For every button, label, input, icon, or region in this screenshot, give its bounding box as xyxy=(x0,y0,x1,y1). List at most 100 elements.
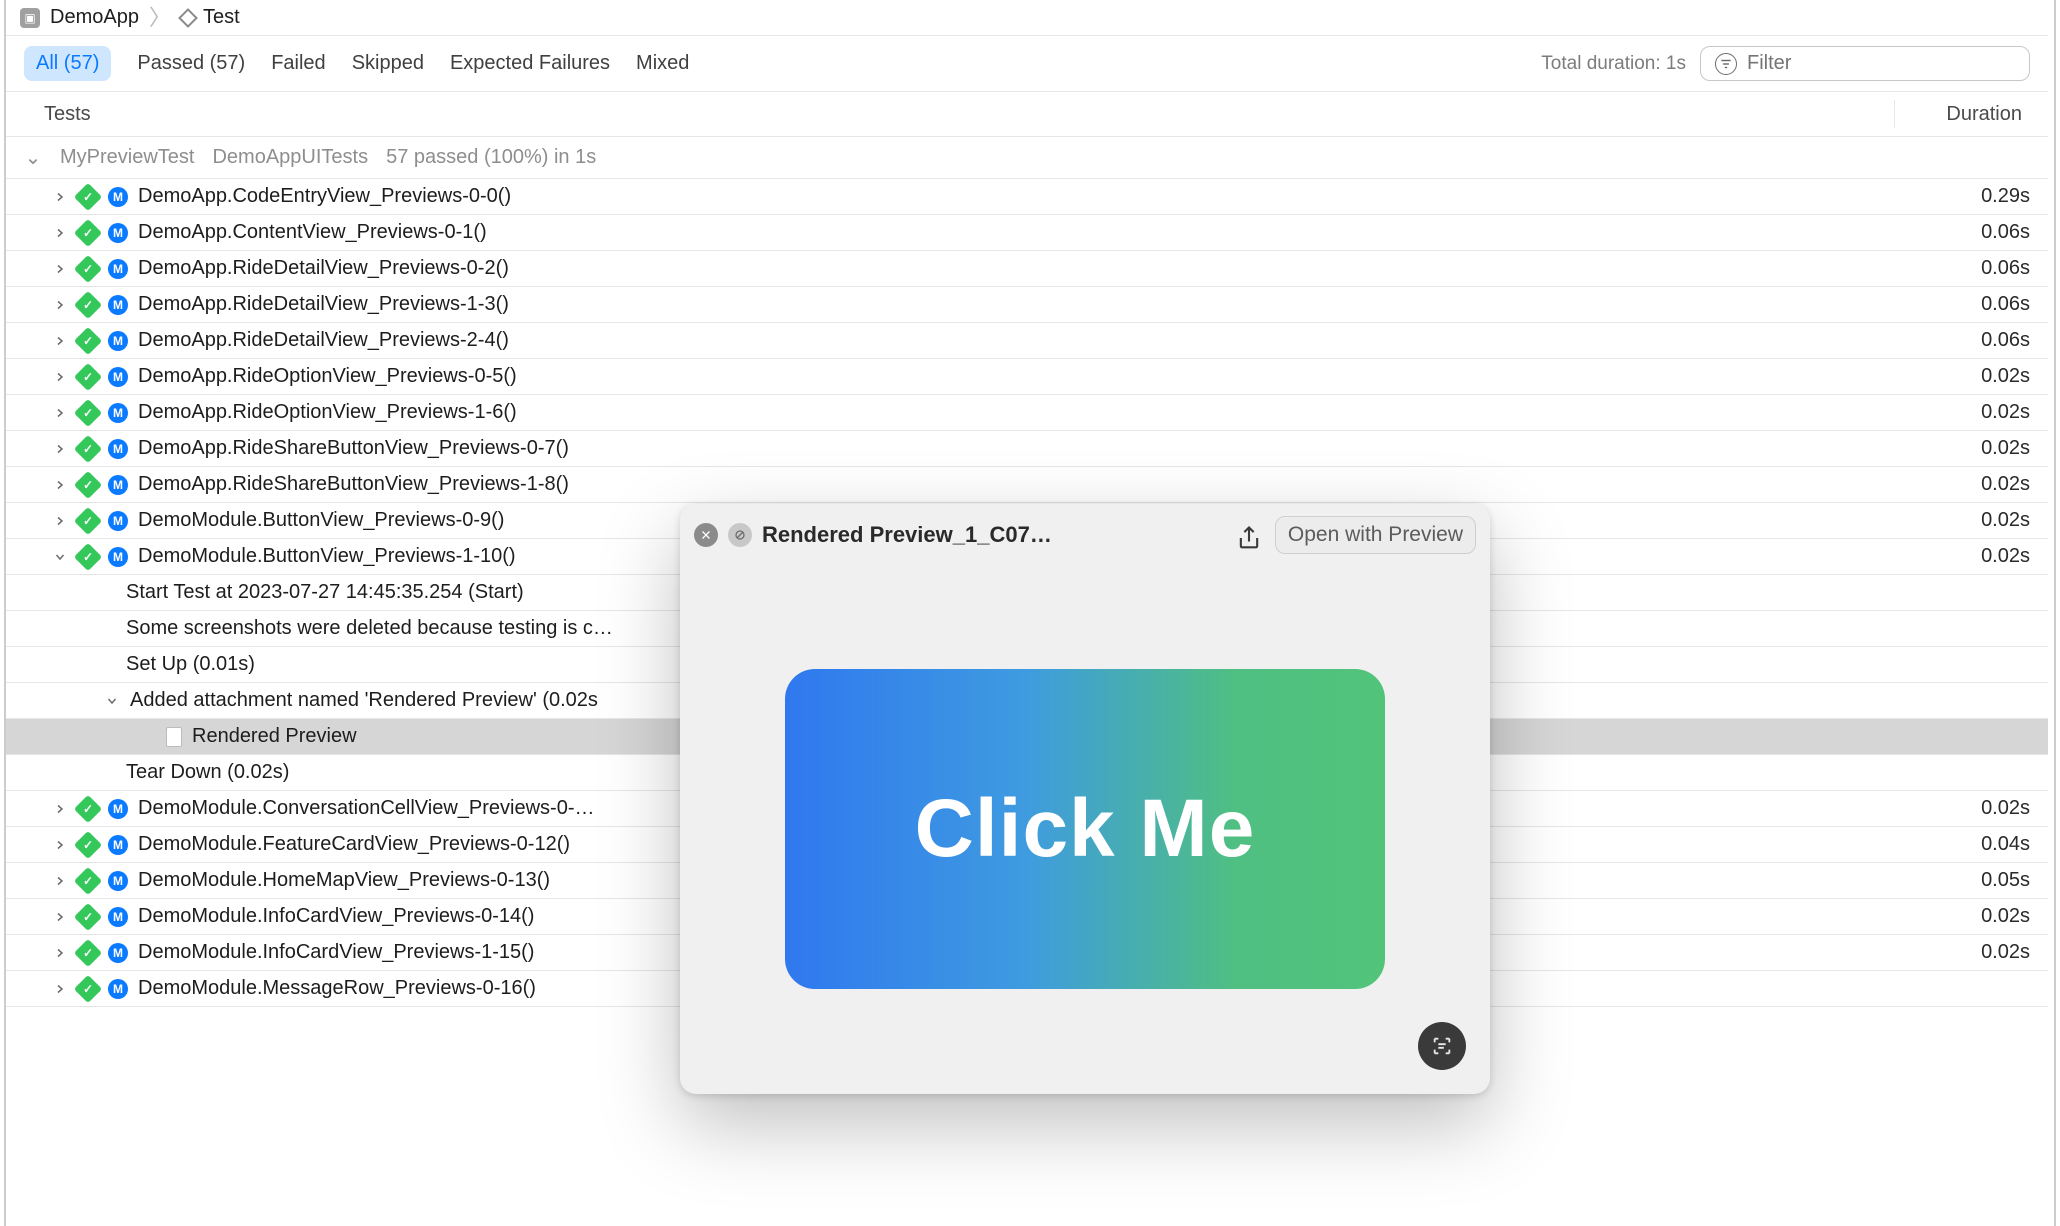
chevron-right-icon[interactable] xyxy=(52,945,68,961)
test-row[interactable]: ✓MDemoApp.RideDetailView_Previews-2-4()0… xyxy=(6,323,2048,359)
filter-input[interactable] xyxy=(1745,51,2015,76)
group-summary: 57 passed (100%) in 1s xyxy=(386,146,596,169)
test-name: DemoApp.RideDetailView_Previews-1-3() xyxy=(138,293,1910,316)
tab-passed[interactable]: Passed (57) xyxy=(137,52,245,75)
pass-icon: ✓ xyxy=(78,835,98,855)
chevron-right-icon[interactable] xyxy=(52,441,68,457)
method-icon: M xyxy=(108,259,128,279)
pass-icon: ✓ xyxy=(78,367,98,387)
chevron-right-icon[interactable] xyxy=(52,801,68,817)
chevron-right-icon[interactable] xyxy=(52,189,68,205)
test-duration: 0.02s xyxy=(1920,365,2030,388)
test-row[interactable]: ✓MDemoApp.RideOptionView_Previews-0-5()0… xyxy=(6,359,2048,395)
preview-button-image: Click Me xyxy=(785,669,1385,989)
pass-icon: ✓ xyxy=(78,547,98,567)
test-row[interactable]: ✓ M DemoApp.RideOptionView_Previews-1-6() 0… xyxy=(6,395,2048,431)
result-tabbar: All (57) Passed (57) Failed Skipped Expe… xyxy=(6,36,2048,92)
chevron-right-icon[interactable] xyxy=(52,261,68,277)
method-icon: M xyxy=(108,223,128,243)
tab-mixed[interactable]: Mixed xyxy=(636,52,689,75)
pass-icon: ✓ xyxy=(78,979,98,999)
tab-all[interactable]: All (57) xyxy=(24,46,111,81)
pass-icon: ✓ xyxy=(78,403,98,423)
method-icon: M xyxy=(108,187,128,207)
col-tests[interactable]: Tests xyxy=(24,103,1894,126)
method-icon: M xyxy=(108,511,128,531)
chevron-right-icon[interactable] xyxy=(52,873,68,889)
test-duration: 0.05s xyxy=(1920,869,2030,892)
test-name: DemoApp.RideShareButtonView_Previews-1-8… xyxy=(138,473,1910,496)
test-duration: 0.06s xyxy=(1920,329,2030,352)
test-duration: 0.02s xyxy=(1920,437,2030,460)
col-duration[interactable]: Duration xyxy=(1894,100,2030,128)
pass-icon: ✓ xyxy=(78,871,98,891)
chevron-right-icon[interactable] xyxy=(52,513,68,529)
test-row[interactable]: ✓MDemoApp.ContentView_Previews-0-1()0.06… xyxy=(6,215,2048,251)
method-icon: M xyxy=(108,799,128,819)
chevron-right-icon[interactable] xyxy=(52,981,68,997)
test-duration: 0.02s xyxy=(1920,905,2030,928)
test-name: DemoApp.RideShareButtonView_Previews-0-7… xyxy=(138,437,1910,460)
share-icon[interactable] xyxy=(1235,524,1263,546)
pass-icon: ✓ xyxy=(78,223,98,243)
pass-icon: ✓ xyxy=(78,259,98,279)
live-text-icon[interactable] xyxy=(1418,1022,1466,1070)
pass-icon: ✓ xyxy=(78,907,98,927)
breadcrumb-target-wrap[interactable]: Test xyxy=(181,6,240,29)
test-duration: 0.02s xyxy=(1920,473,2030,496)
breadcrumb[interactable]: ▣ DemoApp 〉 Test xyxy=(6,0,2048,36)
pass-icon: ✓ xyxy=(78,295,98,315)
test-name: DemoApp.RideOptionView_Previews-1-6() xyxy=(138,401,1910,424)
test-row[interactable]: ✓MDemoApp.CodeEntryView_Previews-0-0()0.… xyxy=(6,179,2048,215)
test-group-header[interactable]: ⌄ MyPreviewTest DemoAppUITests 57 passed… xyxy=(6,137,2048,179)
filter-icon xyxy=(1715,53,1737,75)
chevron-right-icon[interactable] xyxy=(52,297,68,313)
test-duration: 0.06s xyxy=(1920,257,2030,280)
method-icon: M xyxy=(108,547,128,567)
breadcrumb-app[interactable]: DemoApp xyxy=(50,6,139,29)
test-row[interactable]: ✓MDemoApp.RideShareButtonView_Previews-0… xyxy=(6,431,2048,467)
test-name: DemoApp.RideDetailView_Previews-0-2() xyxy=(138,257,1910,280)
chevron-down-icon[interactable] xyxy=(52,549,68,565)
app-icon: ▣ xyxy=(20,8,40,28)
no-entry-icon[interactable] xyxy=(728,523,752,547)
test-name: DemoApp.RideOptionView_Previews-0-5() xyxy=(138,365,1910,388)
close-icon[interactable] xyxy=(694,523,718,547)
pass-icon: ✓ xyxy=(78,799,98,819)
open-with-preview-button[interactable]: Open with Preview xyxy=(1275,516,1476,554)
test-name: DemoApp.CodeEntryView_Previews-0-0() xyxy=(138,185,1910,208)
group-bundle: DemoAppUITests xyxy=(212,146,368,169)
method-icon: M xyxy=(108,403,128,423)
chevron-right-icon[interactable] xyxy=(52,369,68,385)
chevron-down-icon[interactable]: ⌄ xyxy=(24,145,42,170)
chevron-right-icon[interactable] xyxy=(52,477,68,493)
chevron-down-icon[interactable] xyxy=(104,693,120,709)
tab-expected-failures[interactable]: Expected Failures xyxy=(450,52,610,75)
test-name: DemoApp.RideDetailView_Previews-2-4() xyxy=(138,329,1910,352)
method-icon: M xyxy=(108,871,128,891)
method-icon: M xyxy=(108,907,128,927)
test-duration: 0.02s xyxy=(1920,401,2030,424)
chevron-right-icon[interactable] xyxy=(52,333,68,349)
pass-icon: ✓ xyxy=(78,331,98,351)
pass-icon: ✓ xyxy=(78,943,98,963)
test-duration: 0.02s xyxy=(1920,509,2030,532)
pass-icon: ✓ xyxy=(78,187,98,207)
chevron-right-icon[interactable] xyxy=(52,909,68,925)
quicklook-popover: Rendered Preview_1_C07… Open with Previe… xyxy=(680,504,1490,1094)
quicklook-title: Rendered Preview_1_C07… xyxy=(762,522,1052,548)
test-row[interactable]: ✓MDemoApp.RideShareButtonView_Previews-1… xyxy=(6,467,2048,503)
chevron-right-icon[interactable] xyxy=(52,225,68,241)
total-duration: Total duration: 1s xyxy=(1541,53,1686,75)
chevron-right-icon[interactable] xyxy=(52,405,68,421)
chevron-right-icon[interactable] xyxy=(52,837,68,853)
pass-icon: ✓ xyxy=(78,511,98,531)
tab-failed[interactable]: Failed xyxy=(271,52,325,75)
method-icon: M xyxy=(108,475,128,495)
test-row[interactable]: ✓ M DemoApp.RideDetailView_Previews-0-2() 0… xyxy=(6,251,2048,287)
method-icon: M xyxy=(108,439,128,459)
method-icon: M xyxy=(108,979,128,999)
test-row[interactable]: ✓MDemoApp.RideDetailView_Previews-1-3()0… xyxy=(6,287,2048,323)
filter-wrap[interactable] xyxy=(1700,46,2030,81)
tab-skipped[interactable]: Skipped xyxy=(352,52,424,75)
